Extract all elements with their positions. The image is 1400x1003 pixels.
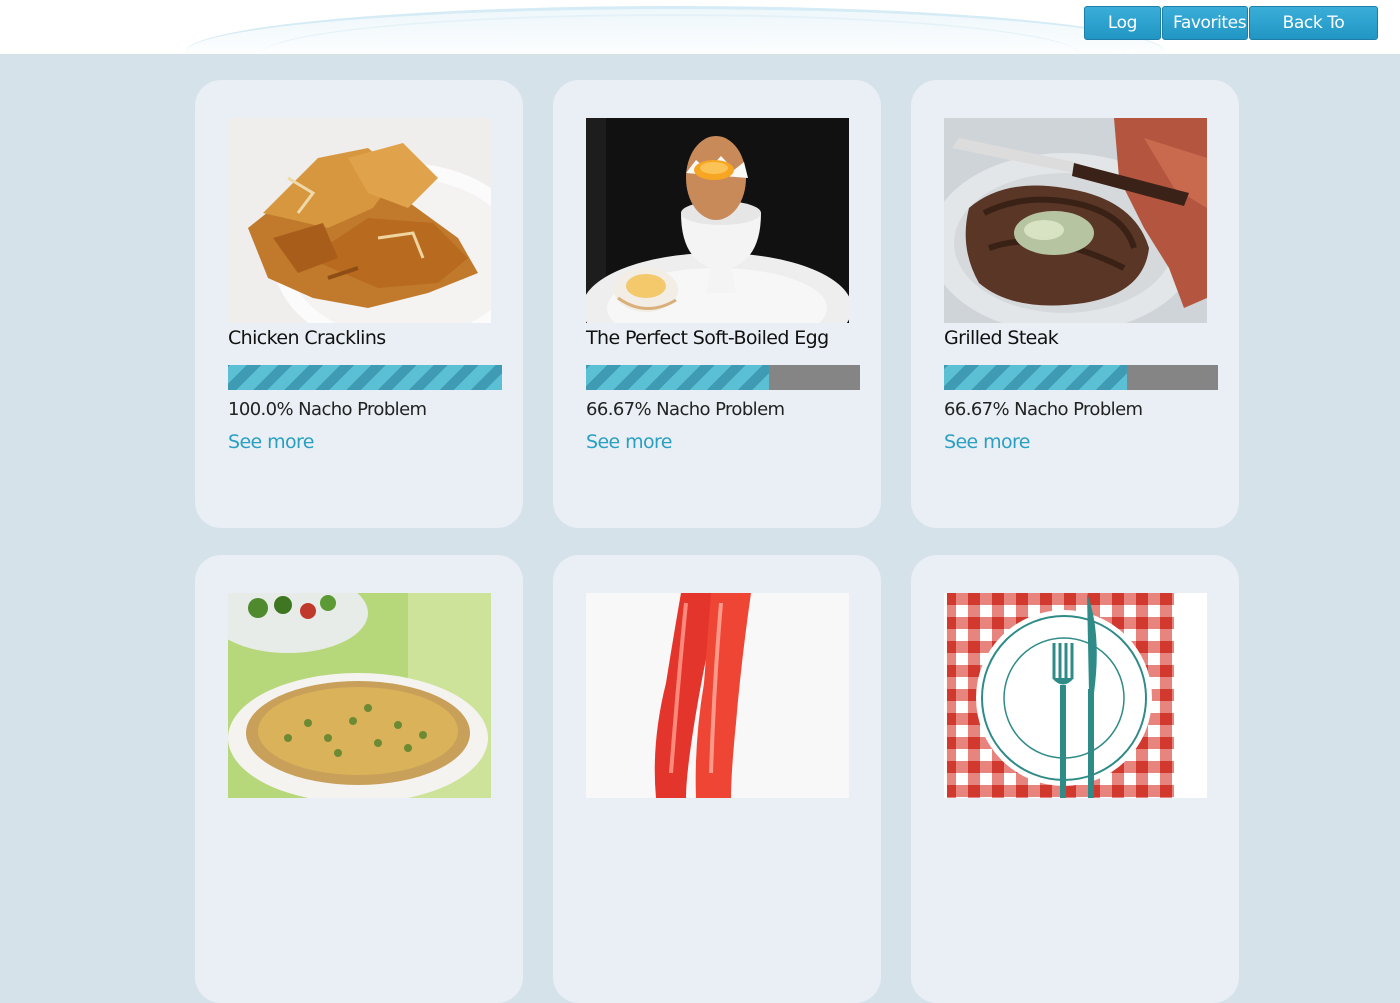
see-more-link[interactable]: See more	[944, 431, 1031, 453]
recipe-card: Grilled Steak 66.67% Nacho Problem See m…	[911, 80, 1239, 528]
match-progress-fill	[586, 365, 769, 390]
logout-button[interactable]: Log out	[1084, 6, 1161, 54]
recipe-image-quiche[interactable]	[228, 593, 491, 798]
recipe-image-soft-boiled-egg[interactable]	[586, 118, 849, 323]
recipe-image-placeholder-plate[interactable]	[944, 593, 1207, 798]
recipe-title: Chicken Cracklins	[228, 327, 386, 349]
match-percentage: 100.0% Nacho Problem	[228, 399, 427, 420]
recipe-card	[195, 555, 523, 1003]
back-to-pantry-button[interactable]: Back To Pantry	[1249, 6, 1378, 54]
recipe-image-grilled-steak[interactable]	[944, 118, 1207, 323]
match-progress-fill	[228, 365, 502, 390]
match-progress-fill	[944, 365, 1127, 390]
page-header: Log out Favorites Back To Pantry	[0, 0, 1400, 54]
match-percentage: 66.67% Nacho Problem	[586, 399, 785, 420]
recipe-card: Chicken Cracklins 100.0% Nacho Problem S…	[195, 80, 523, 528]
match-progress-bar	[944, 365, 1218, 390]
match-percentage: 66.67% Nacho Problem	[944, 399, 1143, 420]
recipe-card	[911, 555, 1239, 1003]
favorites-button[interactable]: Favorites	[1162, 6, 1248, 40]
recipe-image-red-jello[interactable]	[586, 593, 849, 798]
recipe-title: Grilled Steak	[944, 327, 1059, 349]
see-more-link[interactable]: See more	[228, 431, 315, 453]
top-nav: Log out Favorites Back To Pantry	[1083, 6, 1378, 54]
match-progress-bar	[586, 365, 860, 390]
recipe-card: The Perfect Soft-Boiled Egg 66.67% Nacho…	[553, 80, 881, 528]
see-more-link[interactable]: See more	[586, 431, 673, 453]
recipe-card	[553, 555, 881, 1003]
recipe-title: The Perfect Soft-Boiled Egg	[586, 327, 829, 349]
recipe-image-chicken-cracklins[interactable]	[228, 118, 491, 323]
match-progress-bar	[228, 365, 502, 390]
